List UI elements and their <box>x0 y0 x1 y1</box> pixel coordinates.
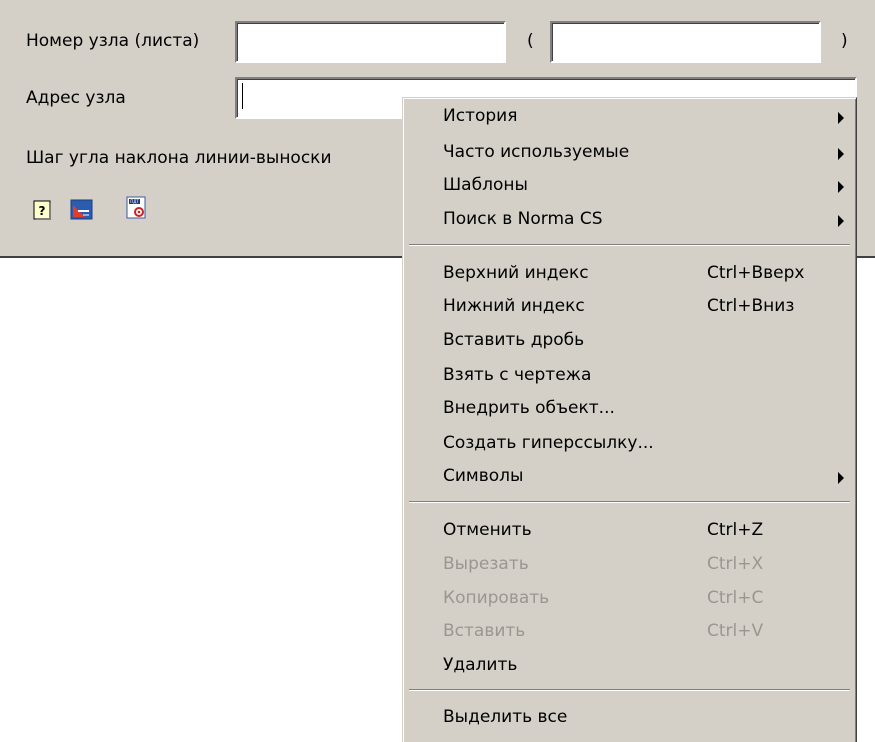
menu-item-select-all[interactable]: Выделить все <box>406 702 852 734</box>
menu-item-subscript[interactable]: Нижний индекс Ctrl+Вниз <box>406 291 852 323</box>
menu-item-copy[interactable]: Копировать Ctrl+C <box>406 583 852 615</box>
node-number-input[interactable] <box>235 21 506 63</box>
help-icon[interactable]: ? <box>32 199 54 221</box>
sheet-number-input[interactable] <box>550 21 821 63</box>
menu-item-superscript[interactable]: Верхний индекс Ctrl+Вверх <box>406 258 852 290</box>
text-caret <box>242 83 243 109</box>
shortcut-label: Ctrl+X <box>707 554 764 574</box>
svg-text:?: ? <box>39 204 46 218</box>
menu-item-paste[interactable]: Вставить Ctrl+V <box>406 616 852 648</box>
menu-separator <box>409 501 850 503</box>
node-number-label: Номер узла (листа) <box>26 31 200 51</box>
menu-separator <box>409 244 850 246</box>
shortcut-label: Ctrl+Вверх <box>707 263 805 283</box>
menu-item-create-hyperlink[interactable]: Создать гиперссылку... <box>406 428 852 460</box>
svg-text:ПДТ: ПДТ <box>130 199 139 204</box>
menu-item-delete[interactable]: Удалить <box>406 650 852 682</box>
submenu-arrow-icon <box>838 472 844 484</box>
shortcut-label: Ctrl+C <box>707 588 764 608</box>
menu-item-take-from-drawing[interactable]: Взять с чертежа <box>406 360 852 392</box>
node-address-label: Адрес узла <box>26 88 126 108</box>
menu-item-frequently-used[interactable]: Часто используемые <box>406 137 852 169</box>
menu-item-undo[interactable]: Отменить Ctrl+Z <box>406 515 852 547</box>
submenu-arrow-icon <box>838 112 844 124</box>
shortcut-label: Ctrl+Вниз <box>707 296 795 316</box>
drawing-icon[interactable] <box>70 197 93 220</box>
menu-item-history[interactable]: История <box>406 101 852 133</box>
submenu-arrow-icon <box>838 181 844 193</box>
menu-item-insert-fraction[interactable]: Вставить дробь <box>406 325 852 357</box>
submenu-arrow-icon <box>838 215 844 227</box>
menu-item-embed-object[interactable]: Внедрить объект... <box>406 393 852 425</box>
menu-item-search-norma-cs[interactable]: Поиск в Norma CS <box>406 204 852 236</box>
menu-item-symbols[interactable]: Символы <box>406 461 852 493</box>
submenu-arrow-icon <box>838 148 844 160</box>
open-paren: ( <box>527 31 534 51</box>
context-menu: История Часто используемые Шаблоны Поиск… <box>402 97 857 742</box>
menu-item-cut[interactable]: Вырезать Ctrl+X <box>406 549 852 581</box>
settings-sheet-icon[interactable]: ПДТ <box>125 196 147 219</box>
close-paren: ) <box>841 31 848 51</box>
leader-angle-step-label: Шаг угла наклона линии-выноски <box>26 148 332 168</box>
shortcut-label: Ctrl+V <box>707 621 764 641</box>
menu-separator <box>409 689 850 691</box>
shortcut-label: Ctrl+Z <box>707 520 764 540</box>
menu-item-templates[interactable]: Шаблоны <box>406 170 852 202</box>
